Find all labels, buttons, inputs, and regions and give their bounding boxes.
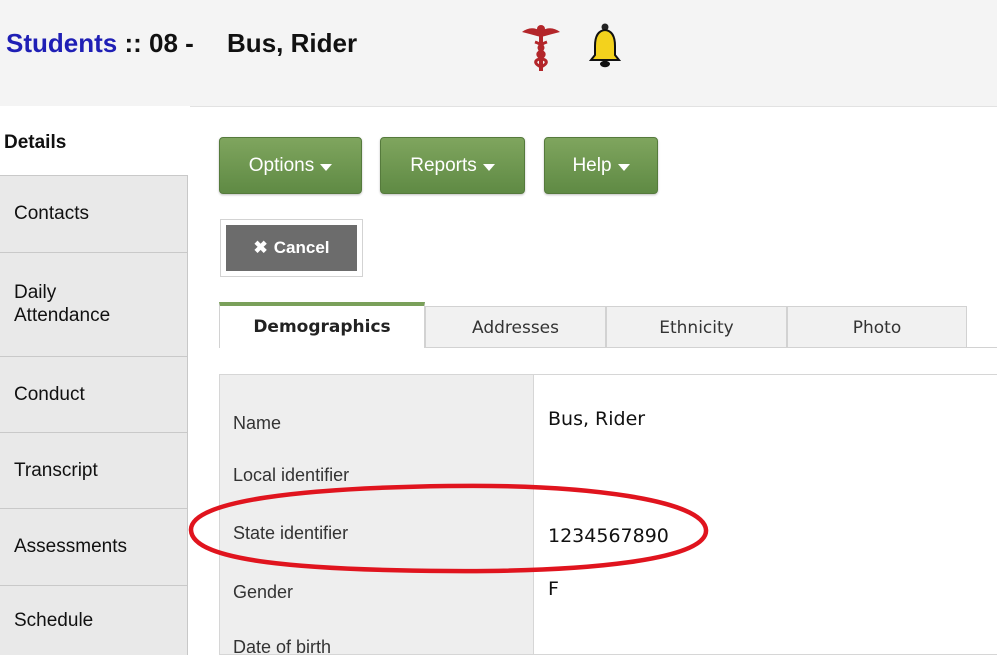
cancel-label: Cancel [273, 238, 330, 257]
sidebar-item-contacts[interactable]: Contacts [0, 176, 188, 253]
sidebar: Details Contacts Daily Attendance Conduc… [0, 106, 190, 655]
tab-divider [425, 347, 997, 348]
page-header: Students :: 08 - Bus, Rider [0, 0, 997, 107]
cancel-button[interactable]: ✖ Cancel [226, 225, 357, 271]
field-label-local-identifier: Local identifier [233, 465, 350, 485]
sidebar-item-conduct[interactable]: Conduct [0, 357, 188, 433]
demographics-panel: Name Bus, Rider Local identifier State i… [219, 374, 997, 657]
close-icon: ✖ [253, 238, 268, 257]
options-button[interactable]: Options [219, 137, 362, 194]
field-value-name: Bus, Rider [548, 408, 646, 430]
field-label-state-identifier: State identifier [233, 523, 349, 543]
field-value-gender: F [548, 578, 559, 600]
page-title: Students :: 08 - Bus, Rider [6, 28, 357, 59]
field-value-state-identifier: 1234567890 [548, 525, 669, 547]
field-label-gender: Gender [233, 582, 294, 602]
tab-bar: Demographics Addresses Ethnicity Photo [219, 302, 997, 348]
student-name: Bus, Rider [227, 28, 358, 58]
reports-button[interactable]: Reports [380, 137, 525, 194]
tab-photo[interactable]: Photo [787, 306, 967, 348]
breadcrumb-students[interactable]: Students [6, 28, 117, 58]
cancel-button-frame: ✖ Cancel [220, 219, 363, 277]
sidebar-item-transcript[interactable]: Transcript [0, 433, 188, 509]
sidebar-item-schedule[interactable]: Schedule [0, 586, 188, 655]
sidebar-item-label: Daily Attendance [14, 281, 111, 326]
reports-label: Reports [410, 154, 477, 176]
caduceus-icon[interactable] [519, 22, 563, 72]
breadcrumb-separator: :: 08 - [117, 28, 202, 58]
sidebar-item-daily-attendance[interactable]: Daily Attendance [0, 253, 188, 357]
chevron-down-icon [617, 163, 630, 171]
sidebar-item-details[interactable]: Details [0, 106, 188, 176]
sidebar-item-assessments[interactable]: Assessments [0, 509, 188, 586]
help-button[interactable]: Help [544, 137, 658, 194]
tab-ethnicity[interactable]: Ethnicity [606, 306, 787, 348]
help-label: Help [572, 154, 612, 176]
tab-addresses[interactable]: Addresses [425, 306, 606, 348]
options-label: Options [248, 154, 315, 176]
bell-icon[interactable] [589, 22, 621, 70]
chevron-down-icon [482, 163, 495, 171]
field-label-name: Name [233, 413, 282, 433]
chevron-down-icon [320, 163, 333, 171]
tab-demographics[interactable]: Demographics [219, 302, 425, 348]
